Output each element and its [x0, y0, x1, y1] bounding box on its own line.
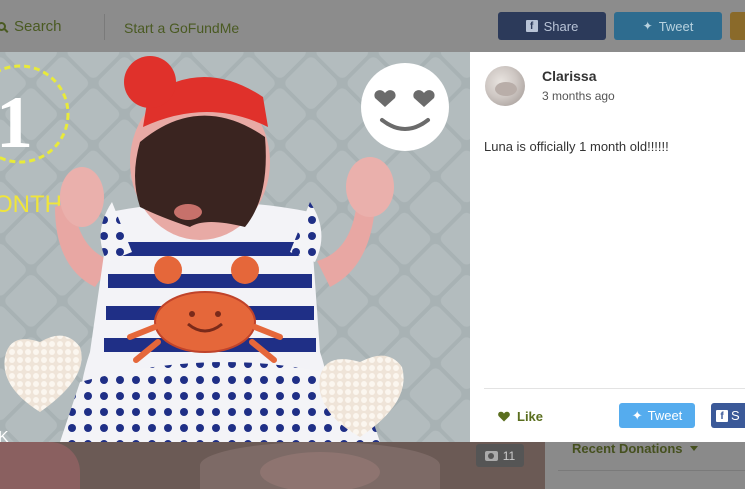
like-button[interactable]: Like: [498, 409, 543, 424]
tweet-update-label: Tweet: [647, 408, 683, 423]
facebook-icon: f: [525, 20, 538, 32]
nav-divider: [104, 14, 105, 40]
chevron-down-icon: [689, 446, 698, 451]
tweet-label: Tweet: [658, 18, 694, 34]
twitter-icon: ✦: [631, 407, 643, 423]
camera-icon: [484, 450, 498, 461]
update-text: Luna is officially 1 month old!!!!!!: [484, 139, 669, 154]
corner-text: K: [0, 429, 9, 442]
tweet-update-button[interactable]: ✦ Tweet: [619, 403, 695, 428]
author-name[interactable]: Clarissa: [542, 68, 596, 84]
panel-divider: [484, 388, 745, 389]
photo-count-label: 11: [502, 448, 516, 463]
top-nav-bar: Search Start a GoFundMe f Share ✦ Tweet: [0, 0, 745, 52]
month-label: ONTH: [0, 191, 62, 218]
recent-donations-label: Recent Donations: [572, 441, 683, 456]
like-label: Like: [517, 409, 544, 424]
tweet-button[interactable]: ✦ Tweet: [614, 12, 722, 40]
search-link[interactable]: Search: [0, 18, 62, 35]
page: Search Start a GoFundMe f Share ✦ Tweet …: [0, 0, 745, 489]
update-photo: 1 ONTH K: [0, 52, 470, 442]
share-button[interactable]: f Share: [498, 12, 606, 40]
share-update-label: S: [731, 408, 740, 423]
search-label: Search: [14, 18, 62, 35]
campaign-photo-background: [0, 442, 545, 489]
photo-count-badge[interactable]: 11: [476, 444, 524, 467]
share-label: Share: [543, 18, 579, 34]
update-detail-panel: Clarissa 3 months ago Luna is officially…: [470, 52, 745, 442]
post-timestamp: 3 months ago: [542, 89, 615, 103]
search-icon: [0, 22, 6, 31]
share-update-button[interactable]: f S: [711, 403, 745, 428]
donate-button[interactable]: [730, 12, 745, 40]
sidebar-divider: [558, 470, 745, 471]
heart-eyes-emoji: [361, 63, 449, 151]
avatar[interactable]: [485, 66, 525, 106]
twitter-icon: ✦: [642, 19, 653, 33]
start-gofundme-link[interactable]: Start a GoFundMe: [124, 20, 239, 36]
recent-donations-dropdown[interactable]: Recent Donations: [572, 441, 698, 456]
facebook-icon: f: [716, 409, 728, 422]
heart-icon: [498, 411, 510, 422]
month-number: 1: [0, 82, 33, 164]
